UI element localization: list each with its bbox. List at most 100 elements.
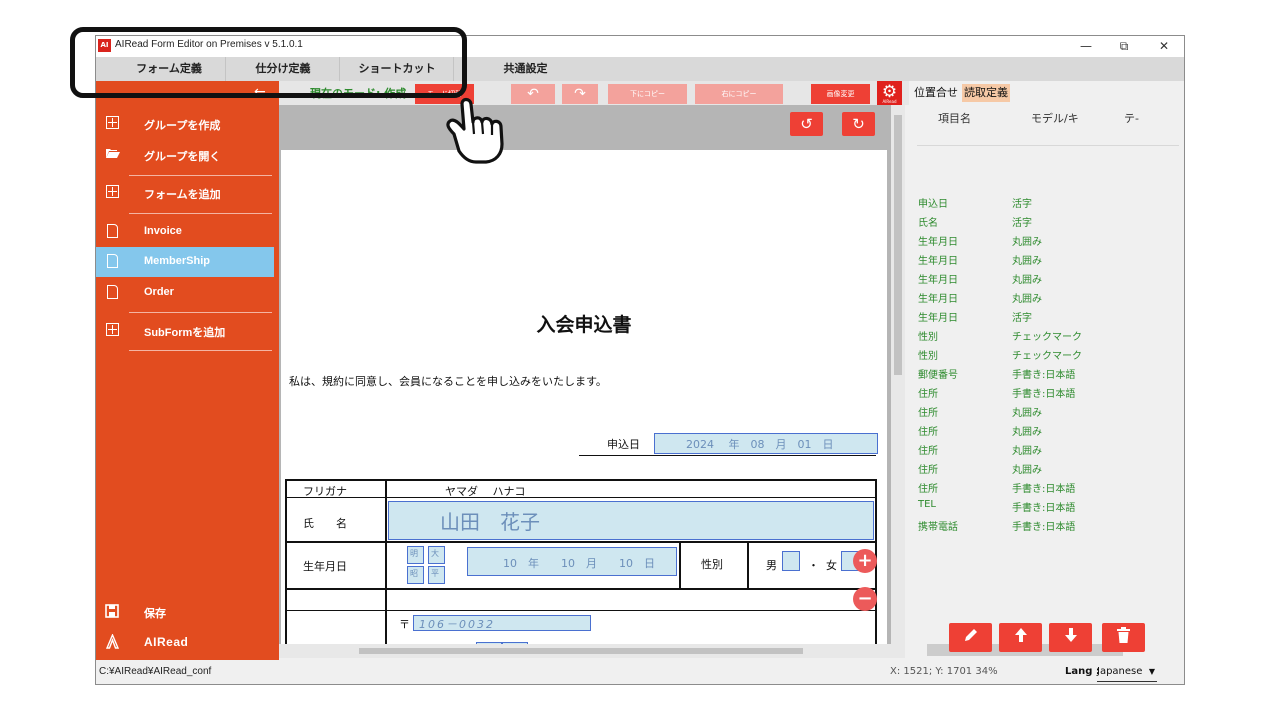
app-window: AI AIRead Form Editor on Premises v 5.1.… [95, 35, 1185, 685]
settings-button[interactable]: ⚙ AIRead [877, 81, 902, 107]
field-row-name: 住所 [918, 446, 938, 457]
era-showa: 昭 [410, 569, 418, 578]
gender-label: 性別 [701, 558, 723, 571]
edit-button[interactable] [949, 623, 992, 652]
language-select[interactable]: Japanese ▼ [1097, 665, 1157, 682]
field-row[interactable]: 氏名 活字 [918, 212, 1158, 231]
field-row-name: 住所 [918, 427, 938, 438]
field-row-name: 郵便番号 [918, 370, 958, 381]
field-row-model: 手書き:日本語 [1012, 389, 1076, 400]
table-row-divider [285, 588, 877, 590]
field-row[interactable]: 住所 丸囲み [918, 421, 1158, 440]
delete-button[interactable] [1102, 623, 1145, 652]
column-header-field-name[interactable]: 項目名 [938, 110, 971, 126]
sidebar-item-label: SubFormを追加 [144, 327, 226, 339]
field-row-model: 丸囲み [1012, 294, 1042, 305]
field-row[interactable]: 携帯電話 手書き:日本語 [918, 516, 1158, 535]
column-header-text[interactable]: テ- [1124, 110, 1139, 126]
field-row[interactable]: 生年月日 丸囲み [918, 231, 1158, 250]
save-button[interactable]: 保存 [96, 597, 274, 627]
field-row-name: 生年月日 [918, 313, 958, 324]
add-area-button[interactable]: + [853, 549, 877, 573]
tab-read-definition[interactable]: 読取定義 [962, 84, 1010, 102]
move-up-button[interactable] [999, 623, 1042, 652]
field-row[interactable]: 住所 手書き:日本語 [918, 383, 1158, 402]
field-row[interactable]: 性別 チェックマーク [918, 326, 1158, 345]
name-value: 山田 花子 [440, 510, 540, 534]
document-canvas[interactable]: ↺ ↻ 入会申込書 私は、規約に同意し、会員になることを申し込みをいたします。 … [279, 105, 891, 658]
tab-alignment[interactable]: 位置合せ [912, 84, 960, 102]
redo-button[interactable]: ↷ [562, 84, 598, 104]
name-label: 氏 名 [303, 517, 347, 530]
sidebar-item-label: フォームを追加 [144, 189, 221, 201]
scroll-thumb[interactable] [359, 648, 803, 654]
rotate-left-button[interactable]: ↺ [790, 112, 823, 136]
field-row-name: 住所 [918, 408, 938, 419]
move-down-button[interactable] [1049, 623, 1092, 652]
sidebar-divider [129, 175, 272, 176]
field-row-name: 氏名 [918, 218, 938, 229]
airead-logo: AIRead [96, 627, 274, 657]
apply-date-value: 2024 年 08 月 01 日 [686, 438, 834, 451]
chevron-down-icon: ▼ [1148, 667, 1155, 676]
field-row[interactable]: 住所 丸囲み [918, 459, 1158, 478]
remove-area-button[interactable]: − [853, 587, 877, 611]
language-value: Japanese [1097, 666, 1143, 677]
arrow-down-icon [1064, 628, 1077, 642]
sidebar-item-label: Invoice [144, 225, 182, 237]
field-row[interactable]: 郵便番号 手書き:日本語 [918, 364, 1158, 383]
table-top-border [285, 479, 877, 481]
sidebar-item-order[interactable]: Order [96, 278, 274, 308]
field-row[interactable]: 生年月日 丸囲み [918, 288, 1158, 307]
table-left-border [285, 479, 287, 658]
postal-code-value: 106－0032 [419, 618, 495, 631]
folder-open-icon [105, 147, 120, 161]
field-row[interactable]: 生年月日 活字 [918, 307, 1158, 326]
furigana-label: フリガナ [303, 485, 347, 498]
sidebar-item-add-form[interactable]: フォームを追加 [96, 178, 274, 208]
canvas-vertical-scrollbar[interactable] [891, 105, 905, 658]
table-column-divider [385, 479, 387, 658]
copy-down-button[interactable]: 下にコピー [608, 84, 687, 104]
sidebar-item-invoice[interactable]: Invoice [96, 217, 274, 247]
field-row-name: 性別 [918, 351, 938, 362]
field-row[interactable]: 住所 手書き:日本語 [918, 478, 1158, 497]
field-row[interactable]: 申込日 活字 [918, 193, 1158, 212]
copy-right-button[interactable]: 右にコピー [695, 84, 783, 104]
column-header-model[interactable]: モデル/キ [1031, 110, 1079, 126]
gender-male-checkbox[interactable] [782, 551, 800, 571]
restore-button[interactable]: ⧉ [1104, 37, 1144, 55]
sidebar-item-label: グループを作成 [144, 120, 221, 132]
minimize-button[interactable]: — [1066, 37, 1106, 55]
field-row-name: 住所 [918, 484, 938, 495]
field-row[interactable]: TEL 手書き:日本語 [918, 497, 1158, 516]
form-title: 入会申込書 [536, 314, 632, 336]
close-button[interactable]: ✕ [1144, 37, 1184, 55]
sidebar-item-add-subform[interactable]: SubFormを追加 [96, 316, 274, 346]
table-column-divider [747, 541, 749, 590]
field-row[interactable]: 住所 丸囲み [918, 440, 1158, 459]
sidebar-item-open-group[interactable]: グループを開く [96, 140, 274, 170]
field-row-name: 住所 [918, 465, 938, 476]
trash-icon [1117, 627, 1130, 643]
apply-date-underline [579, 455, 876, 456]
canvas-horizontal-scrollbar[interactable] [279, 644, 891, 658]
sidebar-item-membership[interactable]: MemberShip [96, 247, 274, 277]
rotate-right-button[interactable]: ↻ [842, 112, 875, 136]
config-path: C:¥AIRead¥AIRead_conf [99, 666, 212, 677]
field-row[interactable]: 生年月日 丸囲み [918, 250, 1158, 269]
field-row-model: 活字 [1012, 199, 1032, 210]
field-row[interactable]: 性別 チェックマーク [918, 345, 1158, 364]
plus-box-icon [105, 185, 119, 199]
field-row[interactable]: 生年月日 丸囲み [918, 269, 1158, 288]
document-icon [105, 254, 119, 268]
scroll-thumb[interactable] [894, 115, 902, 375]
image-change-button[interactable]: 画像変更 [811, 84, 870, 104]
gender-female-label: 女 [826, 559, 837, 572]
airead-logo-icon [105, 633, 120, 649]
plus-icon: + [857, 550, 873, 571]
field-row[interactable]: 住所 丸囲み [918, 402, 1158, 421]
sidebar-item-create-group[interactable]: グループを作成 [96, 109, 274, 139]
field-row-model: 丸囲み [1012, 237, 1042, 248]
menu-common-settings[interactable]: 共通設定 [469, 57, 582, 81]
